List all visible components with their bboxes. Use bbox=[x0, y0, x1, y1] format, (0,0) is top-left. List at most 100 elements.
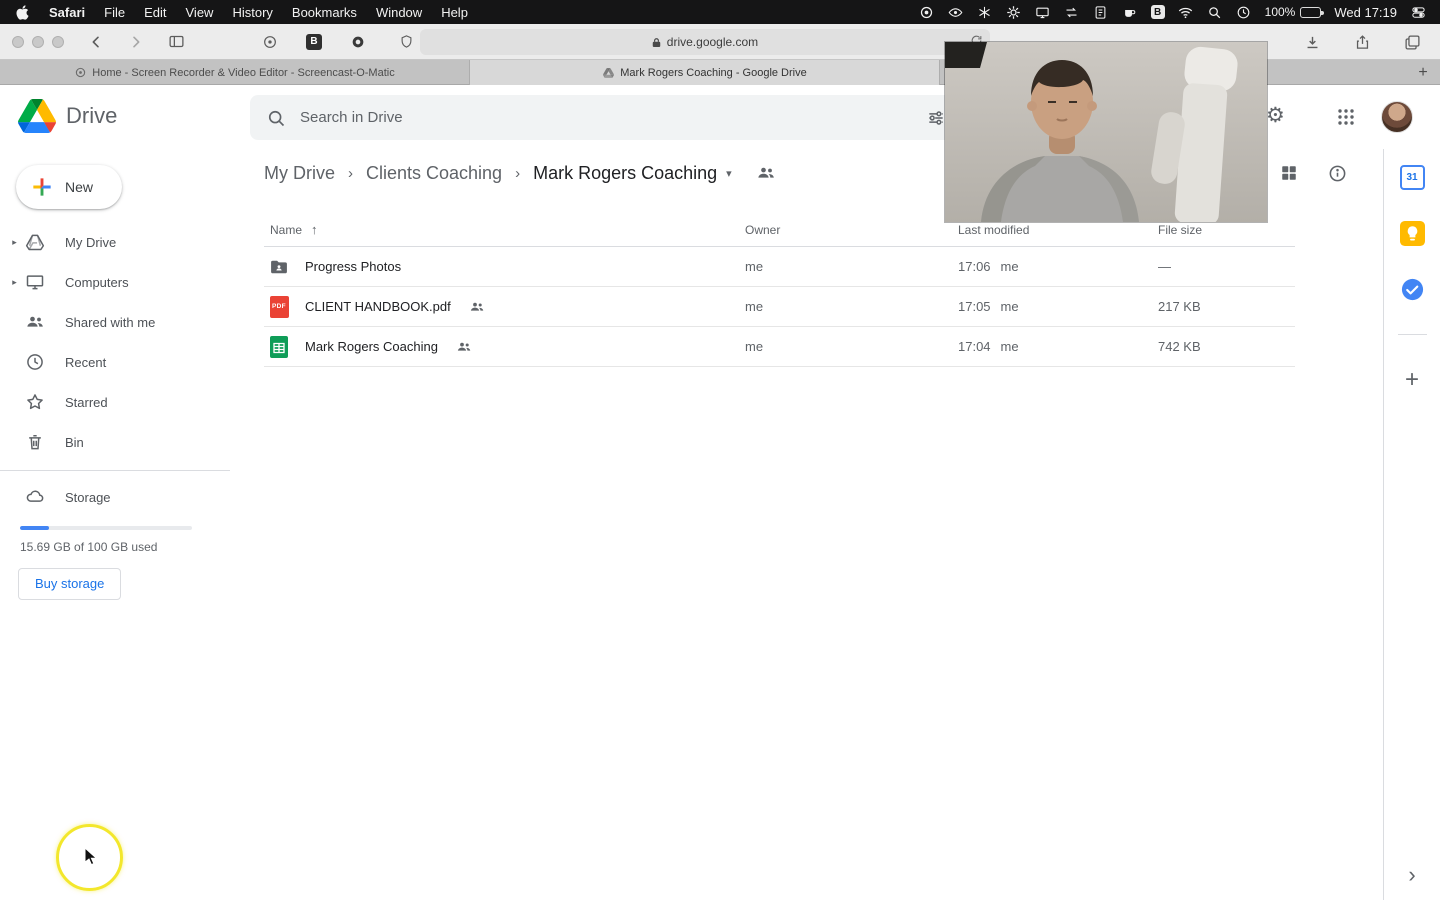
screencast-extension-icon[interactable] bbox=[258, 31, 282, 53]
sort-ascending-icon[interactable]: ↑ bbox=[311, 222, 318, 237]
time-machine-icon[interactable] bbox=[1236, 4, 1252, 20]
menu-window[interactable]: Window bbox=[376, 5, 422, 20]
search-input[interactable] bbox=[300, 109, 912, 126]
expand-caret-icon[interactable]: ▸ bbox=[7, 277, 22, 288]
tab-google-drive[interactable]: Mark Rogers Coaching - Google Drive bbox=[470, 60, 940, 85]
file-modified: 17:05 bbox=[958, 299, 991, 314]
display-status-icon[interactable] bbox=[1035, 4, 1051, 20]
switch-audio-status-icon[interactable] bbox=[1064, 4, 1080, 20]
drive-main: My Drive › Clients Coaching › Mark Roger… bbox=[250, 149, 1383, 900]
starred-icon bbox=[22, 392, 48, 412]
sidebar-item-label: Starred bbox=[65, 394, 108, 410]
file-list: Name ↑ Owner Last modified File size Pro… bbox=[264, 213, 1295, 367]
sidebar-item-label: Computers bbox=[65, 274, 129, 290]
record-status-icon[interactable] bbox=[919, 4, 935, 20]
sidebar-item-storage[interactable]: Storage bbox=[0, 477, 250, 517]
sidebar-item-starred[interactable]: Starred bbox=[0, 382, 250, 422]
breadcrumb-separator-icon: › bbox=[348, 164, 353, 182]
battery-indicator[interactable]: 100% bbox=[1265, 5, 1324, 19]
minimize-window-button[interactable] bbox=[32, 35, 44, 48]
tasks-icon[interactable] bbox=[1399, 276, 1425, 302]
details-info-icon[interactable] bbox=[1328, 164, 1347, 183]
menu-help[interactable]: Help bbox=[441, 5, 468, 20]
tab-overview-icon[interactable] bbox=[1400, 31, 1424, 53]
sidebar-item-label: Bin bbox=[65, 434, 84, 450]
sidebar-item-label: Shared with me bbox=[65, 314, 156, 330]
menu-view[interactable]: View bbox=[186, 5, 214, 20]
column-header-size[interactable]: File size bbox=[1158, 223, 1295, 237]
menu-edit[interactable]: Edit bbox=[144, 5, 166, 20]
folder-menu-caret-icon[interactable]: ▾ bbox=[726, 167, 732, 180]
bitwarden-status-icon[interactable]: B bbox=[1150, 5, 1165, 19]
sidebar-toggle-icon[interactable] bbox=[164, 31, 188, 53]
sidebar-item-my-drive[interactable]: ▸ My Drive bbox=[0, 222, 250, 262]
gear-status-icon[interactable] bbox=[1006, 4, 1022, 20]
storage-cloud-icon bbox=[22, 487, 48, 507]
spotlight-search-icon[interactable] bbox=[1207, 4, 1223, 20]
zoom-window-button[interactable] bbox=[52, 35, 64, 48]
shared-people-icon bbox=[469, 299, 485, 315]
apple-menu-icon[interactable] bbox=[14, 4, 30, 20]
snowflake-status-icon[interactable] bbox=[977, 4, 993, 20]
file-size: 742 KB bbox=[1158, 339, 1201, 354]
calendar-icon[interactable]: 31 bbox=[1399, 164, 1425, 190]
control-center-icon[interactable] bbox=[1410, 4, 1426, 20]
add-addon-icon[interactable]: + bbox=[1399, 366, 1425, 393]
eye-status-icon[interactable] bbox=[948, 4, 964, 20]
sidebar-item-bin[interactable]: Bin bbox=[0, 422, 250, 462]
new-button[interactable]: New bbox=[16, 165, 122, 209]
column-header-owner[interactable]: Owner bbox=[745, 223, 958, 237]
buy-storage-button[interactable]: Buy storage bbox=[18, 568, 122, 600]
menu-file[interactable]: File bbox=[104, 5, 125, 20]
collapse-panel-chevron-icon[interactable]: › bbox=[1408, 862, 1415, 888]
expand-caret-icon[interactable]: ▸ bbox=[7, 237, 22, 248]
bitwarden-extension-icon[interactable]: B bbox=[306, 33, 322, 50]
my-drive-icon bbox=[22, 232, 48, 252]
folder-shared-icon bbox=[756, 163, 776, 183]
grid-view-toggle-icon[interactable] bbox=[1280, 164, 1298, 182]
breadcrumb-my-drive[interactable]: My Drive bbox=[264, 163, 335, 184]
drive-logo[interactable]: Drive bbox=[18, 99, 117, 133]
notebook-status-icon[interactable] bbox=[1093, 4, 1109, 20]
close-window-button[interactable] bbox=[12, 35, 24, 48]
back-button[interactable] bbox=[84, 31, 108, 53]
column-header-modified[interactable]: Last modified bbox=[958, 223, 1158, 237]
sidebar-item-recent[interactable]: Recent bbox=[0, 342, 250, 382]
sidebar-item-shared-with-me[interactable]: Shared with me bbox=[0, 302, 250, 342]
google-apps-grid-icon[interactable] bbox=[1337, 108, 1355, 126]
table-row[interactable]: Mark Rogers Coaching me 17:04 me 742 KB bbox=[264, 327, 1295, 367]
url-text: drive.google.com bbox=[666, 35, 759, 49]
tab-title: Home - Screen Recorder & Video Editor - … bbox=[92, 66, 395, 79]
search-options-icon[interactable] bbox=[926, 108, 946, 128]
forward-button[interactable] bbox=[124, 31, 148, 53]
camera-extension-icon[interactable] bbox=[346, 31, 370, 53]
new-tab-button[interactable]: + bbox=[1406, 60, 1440, 85]
settings-gear-icon[interactable]: ⚙ bbox=[1266, 104, 1285, 128]
downloads-icon[interactable] bbox=[1300, 31, 1324, 53]
account-avatar[interactable] bbox=[1381, 101, 1413, 133]
keep-icon[interactable] bbox=[1399, 220, 1425, 246]
table-row[interactable]: Progress Photos me 17:06 me — bbox=[264, 247, 1295, 287]
menu-history[interactable]: History bbox=[232, 5, 272, 20]
breadcrumb-clients-coaching[interactable]: Clients Coaching bbox=[366, 163, 502, 184]
file-size: 217 KB bbox=[1158, 299, 1201, 314]
column-header-name[interactable]: Name ↑ bbox=[264, 222, 745, 237]
tab-screencast[interactable]: Home - Screen Recorder & Video Editor - … bbox=[0, 60, 470, 85]
address-bar[interactable]: drive.google.com bbox=[420, 29, 990, 55]
menu-safari[interactable]: Safari bbox=[49, 5, 85, 20]
table-row[interactable]: PDF CLIENT HANDBOOK.pdf me 17:05 me 217 K… bbox=[264, 287, 1295, 327]
coffee-status-icon[interactable] bbox=[1122, 4, 1138, 20]
search-icon[interactable] bbox=[266, 108, 286, 128]
file-modified-by: me bbox=[1000, 259, 1019, 274]
folder-icon bbox=[269, 257, 289, 277]
wifi-icon[interactable] bbox=[1178, 4, 1194, 20]
sidebar-item-computers[interactable]: ▸ Computers bbox=[0, 262, 250, 302]
share-icon[interactable] bbox=[1350, 31, 1374, 53]
new-plus-icon bbox=[33, 178, 51, 196]
menu-bar-clock[interactable]: Wed 17:19 bbox=[1334, 5, 1397, 20]
sidebar-item-label: My Drive bbox=[65, 234, 117, 250]
menu-bookmarks[interactable]: Bookmarks bbox=[292, 5, 357, 20]
breadcrumb-current-folder[interactable]: Mark Rogers Coaching bbox=[533, 163, 717, 184]
file-modified: 17:04 bbox=[958, 339, 991, 354]
privacy-shield-icon[interactable] bbox=[394, 31, 418, 53]
